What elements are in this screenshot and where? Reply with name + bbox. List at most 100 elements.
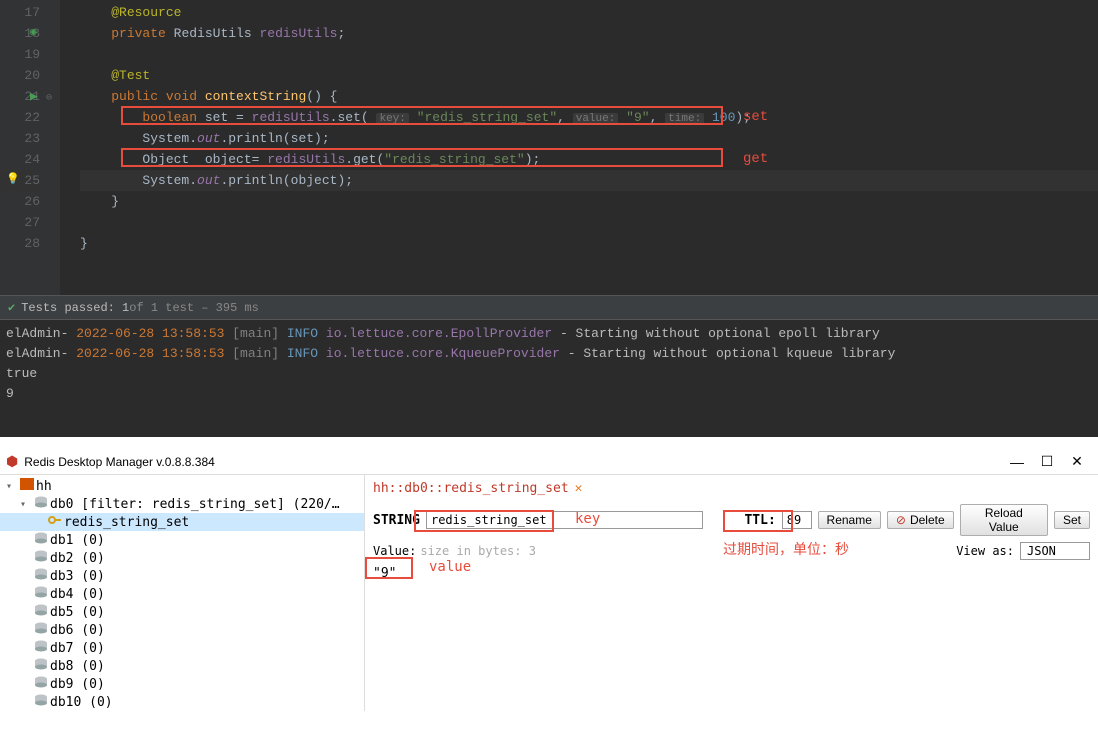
code-static: out: [197, 173, 220, 188]
tree-db[interactable]: db8 (0): [0, 657, 364, 675]
viewas-select[interactable]: JSON: [1020, 542, 1090, 560]
db-tree[interactable]: ▾ hh ▾ db0 [filter: redis_string_set] (2…: [0, 475, 365, 711]
code-static: out: [197, 131, 220, 146]
viewas-label: View as:: [956, 544, 1014, 558]
tree-label: redis_string_set: [64, 515, 189, 530]
tree-label: db4 (0): [50, 587, 105, 602]
tree-db[interactable]: db2 (0): [0, 549, 364, 567]
param-hint: time:: [665, 113, 704, 125]
tree-root[interactable]: ▾ hh: [0, 477, 364, 495]
expand-icon[interactable]: ▾: [6, 481, 20, 492]
tree-label: db3 (0): [50, 569, 105, 584]
code-text: .println(object);: [220, 173, 353, 188]
db-icon: [34, 586, 50, 602]
line-number: 23: [24, 131, 40, 146]
gutter: 17 ◉18 19 20 ▶21⊖ 22 23 24 💡25 26 27 28: [0, 0, 60, 295]
expand-icon[interactable]: ▾: [20, 499, 34, 510]
camera-icon[interactable]: ◉: [30, 23, 37, 44]
line-number: 20: [24, 68, 40, 83]
db-icon: [34, 622, 50, 638]
tree-db[interactable]: db10 (0): [0, 693, 364, 711]
tree-label: db7 (0): [50, 641, 105, 656]
line-number: 22: [24, 110, 40, 125]
code-text: () {: [306, 89, 337, 104]
console-logger: io.lettuce.core.EpollProvider: [326, 326, 552, 341]
tree-key-selected[interactable]: redis_string_set: [0, 513, 364, 531]
tree-label: db1 (0): [50, 533, 105, 548]
ttl-label: TTL:: [744, 513, 775, 528]
tests-passed-text: Tests passed: 1: [21, 301, 129, 315]
tree-db0[interactable]: ▾ db0 [filter: redis_string_set] (220/…: [0, 495, 364, 513]
server-icon: [20, 478, 36, 494]
run-icon[interactable]: ▶: [30, 86, 38, 107]
console-level: INFO: [287, 326, 326, 341]
ttl-value[interactable]: 89: [782, 511, 812, 529]
console-thread: [main]: [224, 326, 286, 341]
code-text: .get(: [345, 152, 384, 167]
reload-button[interactable]: Reload Value: [960, 504, 1048, 536]
value-display[interactable]: "9": [373, 566, 1090, 581]
detail-tab[interactable]: hh::db0::redis_string_set ✕: [373, 481, 1090, 496]
code-string: "redis_string_set": [409, 110, 557, 125]
tree-db[interactable]: db3 (0): [0, 567, 364, 585]
delete-button[interactable]: ⊘Delete: [887, 511, 954, 529]
code-number: 100: [704, 110, 735, 125]
param-hint: key:: [376, 113, 408, 125]
tree-label: db8 (0): [50, 659, 105, 674]
line-number: 26: [24, 194, 40, 209]
line-number: 25: [24, 173, 40, 188]
tree-label: db9 (0): [50, 677, 105, 692]
line-number: 24: [24, 152, 40, 167]
bulb-icon[interactable]: 💡: [0, 170, 20, 191]
maximize-button[interactable]: ☐: [1032, 453, 1062, 470]
code-text: System.: [142, 173, 197, 188]
btn-label: Delete: [910, 513, 945, 527]
close-button[interactable]: ✕: [1062, 453, 1092, 470]
line-number: 19: [24, 47, 40, 62]
key-icon: [48, 514, 64, 530]
db-icon: [34, 550, 50, 566]
code-method: contextString: [205, 89, 306, 104]
console-stamp: 2022-06-28 13:58:53: [76, 326, 224, 341]
tree-label: db10 (0): [50, 695, 113, 710]
db-icon: [34, 658, 50, 674]
console-app: elAdmin-: [6, 326, 76, 341]
code-area[interactable]: @Resource private RedisUtils redisUtils;…: [60, 0, 1098, 295]
tree-db[interactable]: db5 (0): [0, 603, 364, 621]
code-text: System.: [142, 131, 197, 146]
code-brace: }: [111, 194, 119, 209]
tree-db[interactable]: db7 (0): [0, 639, 364, 657]
code-text: ,: [557, 110, 573, 125]
tree-db[interactable]: db9 (0): [0, 675, 364, 693]
db-icon: [34, 532, 50, 548]
console-line: true: [6, 364, 1092, 384]
line-number: 28: [24, 236, 40, 251]
db-icon: [34, 676, 50, 692]
tree-label: db0 [filter: redis_string_set] (220/…: [50, 497, 340, 512]
tree-db[interactable]: db6 (0): [0, 621, 364, 639]
annotation-value: value: [429, 559, 471, 575]
code-text: set =: [205, 110, 252, 125]
console-logger: io.lettuce.core.KqueueProvider: [326, 346, 560, 361]
fold-icon[interactable]: ⊖: [46, 88, 52, 109]
console-msg: - Starting without optional kqueue libra…: [560, 346, 895, 361]
code-text: Object object=: [142, 152, 267, 167]
ide-editor: 17 ◉18 19 20 ▶21⊖ 22 23 24 💡25 26 27 28 …: [0, 0, 1098, 295]
minimize-button[interactable]: —: [1002, 454, 1032, 470]
tree-db[interactable]: db4 (0): [0, 585, 364, 603]
set-button[interactable]: Set: [1054, 511, 1090, 529]
tree-db[interactable]: db1 (0): [0, 531, 364, 549]
annotation-set: set: [743, 107, 768, 128]
key-input[interactable]: redis_string_set: [426, 511, 703, 529]
console[interactable]: elAdmin- 2022-06-28 13:58:53 [main] INFO…: [0, 320, 1098, 437]
code-var: redisUtils: [252, 110, 330, 125]
tree-label: db6 (0): [50, 623, 105, 638]
check-icon: ✔: [8, 300, 15, 315]
console-stamp: 2022-06-28 13:58:53: [76, 346, 224, 361]
value-size-hint: size in bytes: 3: [420, 544, 536, 558]
console-level: INFO: [287, 346, 326, 361]
rename-button[interactable]: Rename: [818, 511, 881, 529]
tab-close-icon[interactable]: ✕: [575, 481, 583, 496]
db-icon: [34, 640, 50, 656]
db-icon: [34, 694, 50, 710]
